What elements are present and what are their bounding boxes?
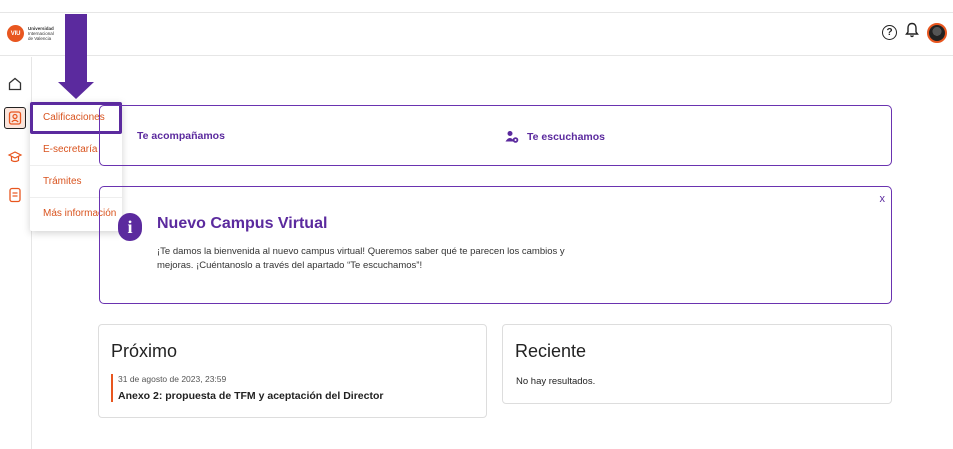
te-escuchamos-link[interactable]: Te escuchamos bbox=[505, 130, 605, 144]
te-acompanamos-label: Te acompañamos bbox=[137, 130, 225, 142]
event-date: 31 de agosto de 2023, 23:59 bbox=[118, 374, 227, 384]
upcoming-event[interactable]: 31 de agosto de 2023, 23:59 Anexo 2: pro… bbox=[111, 374, 383, 402]
annotation-arrow-head bbox=[58, 82, 94, 99]
home-icon[interactable] bbox=[4, 73, 26, 95]
no-results-text: No hay resultados. bbox=[516, 376, 596, 387]
info-icon: i bbox=[118, 213, 142, 241]
header-actions: ? bbox=[882, 22, 947, 43]
te-acompanamos-link[interactable]: Te acompañamos bbox=[137, 130, 225, 142]
upcoming-panel: Próximo 31 de agosto de 2023, 23:59 Anex… bbox=[98, 324, 487, 418]
user-profile-icon[interactable] bbox=[4, 107, 26, 129]
graduation-cap-icon[interactable] bbox=[4, 146, 26, 168]
left-sidebar bbox=[0, 57, 32, 449]
quick-links-card: Te acompañamos Te escuchamos bbox=[99, 105, 892, 166]
announcement-card: i Nuevo Campus Virtual ¡Te damos la bien… bbox=[99, 186, 892, 304]
logo-mark: VIU bbox=[7, 25, 24, 42]
top-bar: VIU Universidad Internacional de Valenci… bbox=[0, 12, 953, 56]
annotation-arrow-shaft bbox=[65, 14, 87, 84]
logo-text: Universidad Internacional de Valencia bbox=[28, 26, 54, 41]
event-title: Anexo 2: propuesta de TFM y aceptación d… bbox=[118, 390, 384, 402]
recent-panel: Reciente No hay resultados. bbox=[502, 324, 892, 404]
recent-title: Reciente bbox=[515, 341, 587, 361]
close-icon[interactable]: x bbox=[880, 193, 886, 205]
user-avatar[interactable] bbox=[927, 22, 947, 43]
te-escuchamos-label: Te escuchamos bbox=[527, 131, 606, 143]
announcement-title: Nuevo Campus Virtual bbox=[157, 215, 328, 232]
bell-icon[interactable] bbox=[905, 22, 919, 43]
feedback-people-icon bbox=[505, 131, 519, 143]
document-icon[interactable] bbox=[4, 184, 26, 206]
university-logo[interactable]: VIU Universidad Internacional de Valenci… bbox=[7, 25, 54, 42]
help-icon[interactable]: ? bbox=[882, 25, 897, 40]
announcement-body: ¡Te damos la bienvenida al nuevo campus … bbox=[157, 246, 565, 271]
logo-line-3: de Valencia bbox=[28, 36, 52, 41]
upcoming-title: Próximo bbox=[111, 341, 178, 361]
